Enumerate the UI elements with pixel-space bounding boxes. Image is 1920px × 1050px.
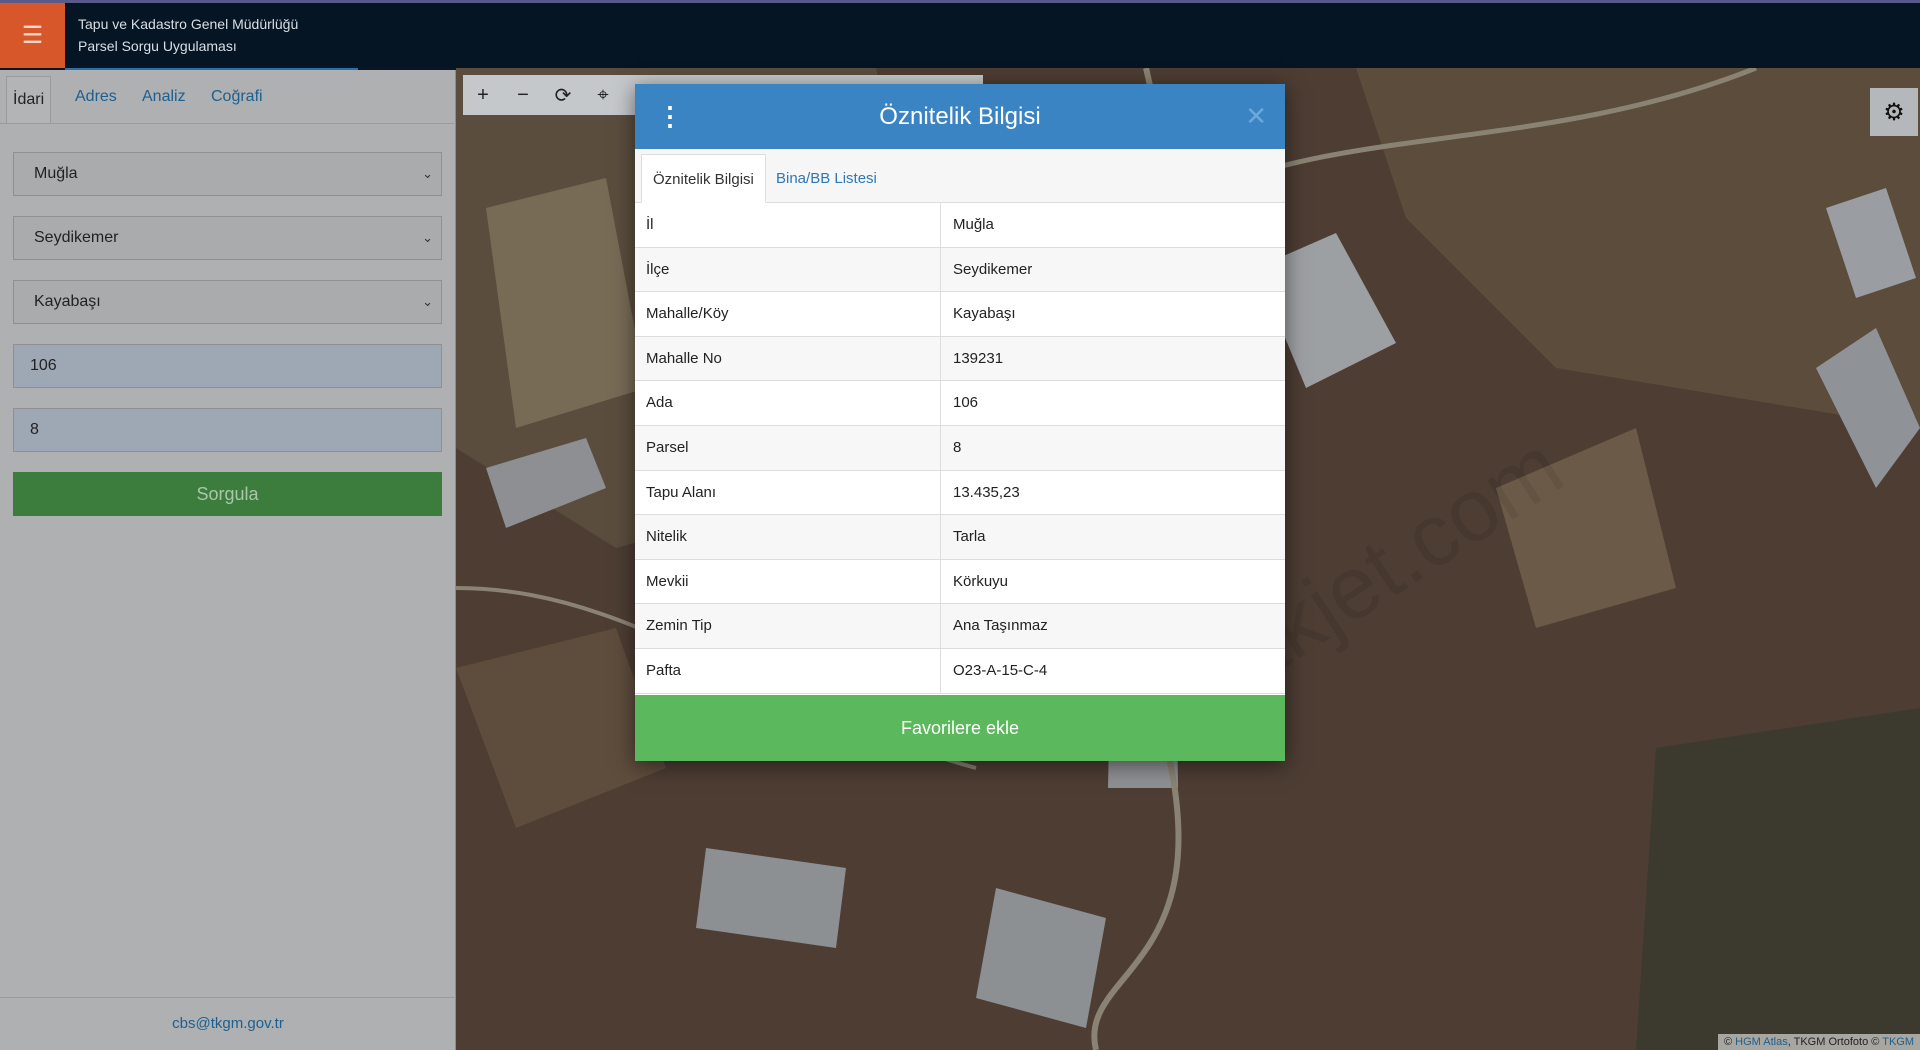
table-row: Nitelik Tarla <box>635 515 1285 560</box>
attribute-table: İl Muğla İlçe Seydikemer Mahalle/Köy Kayabaşı… <box>635 203 1285 694</box>
table-row: İl Muğla <box>635 203 1285 248</box>
locate-icon[interactable]: ⌖ <box>583 75 623 115</box>
hgm-atlas-link[interactable]: HGM Atlas <box>1735 1036 1788 1048</box>
ilce-select-value: Seydikemer <box>34 229 119 246</box>
table-row: Zemin Tip Ana Taşınmaz <box>635 604 1285 649</box>
tab-bina-bb-listesi[interactable]: Bina/BB Listesi <box>765 154 888 203</box>
attribute-info-modal: ⋮ Öznitelik Bilgisi ✕ Öznitelik Bilgisi … <box>635 84 1285 761</box>
attribute-value: 8 <box>953 438 962 456</box>
attribute-value: O23-A-15-C-4 <box>953 661 1048 679</box>
attribute-value: 106 <box>953 394 979 412</box>
attribute-value: Seydikemer <box>953 260 1033 278</box>
attribute-value: 13.435,23 <box>953 483 1020 501</box>
table-row: Mevkii Körkuyu <box>635 559 1285 605</box>
ada-input[interactable]: 106 <box>13 344 442 388</box>
tab-oznitelik-bilgisi[interactable]: Öznitelik Bilgisi <box>641 154 766 203</box>
tab-idari[interactable]: İdari <box>6 76 52 123</box>
zoom-in-icon[interactable]: + <box>463 75 503 115</box>
attribute-key: İlçe <box>635 247 941 292</box>
sidebar-tabs: İdari Adres Analiz Coğrafi <box>0 76 456 124</box>
attribution-mid: , TKGM Ortofoto © <box>1787 1036 1880 1048</box>
parsel-input[interactable]: 8 <box>13 408 442 452</box>
chevron-down-icon: ⌄ <box>422 294 433 309</box>
table-row: Pafta O23-A-15-C-4 <box>635 648 1285 694</box>
mahalle-select-value: Kayabaşı <box>34 293 101 310</box>
table-row: İlçe Seydikemer <box>635 247 1285 293</box>
attribute-value: Ana Taşınmaz <box>953 617 1048 635</box>
attribute-key: Mahalle/Köy <box>635 292 941 336</box>
attribute-key: Nitelik <box>635 515 941 559</box>
attribute-value: 139231 <box>953 349 1004 367</box>
table-row: Ada 106 <box>635 381 1285 426</box>
table-row: Parsel 8 <box>635 425 1285 471</box>
table-row: Tapu Alanı 13.435,23 <box>635 470 1285 516</box>
attribute-key: Zemin Tip <box>635 604 941 648</box>
close-icon[interactable]: ✕ <box>1245 84 1267 149</box>
ilce-select[interactable]: Seydikemer ⌄ <box>13 216 442 260</box>
il-select[interactable]: Muğla ⌄ <box>13 152 442 196</box>
sidebar-footer: cbs@tkgm.gov.tr <box>0 997 456 1050</box>
mahalle-select[interactable]: Kayabaşı ⌄ <box>13 280 442 324</box>
refresh-icon[interactable]: ⟳ <box>543 75 583 115</box>
attribution-prefix: © <box>1723 1036 1733 1048</box>
attribute-key: Ada <box>635 381 941 425</box>
attribute-value: Muğla <box>953 216 994 233</box>
attribute-value: Kayabaşı <box>953 305 1016 323</box>
attribute-key: Mahalle No <box>635 336 941 381</box>
gear-icon[interactable]: ⚙ <box>1870 88 1918 136</box>
chevron-down-icon: ⌄ <box>422 166 433 181</box>
sorgula-button[interactable]: Sorgula <box>13 472 442 516</box>
top-bar: ☰ Tapu ve Kadastro Genel Müdürlüğü Parse… <box>0 0 1920 68</box>
zoom-out-icon[interactable]: − <box>503 75 543 115</box>
tkgm-link[interactable]: TKGM <box>1882 1036 1914 1048</box>
map-attribution: © HGM Atlas, TKGM Ortofoto © TKGM <box>1717 1034 1920 1050</box>
app-title: Tapu ve Kadastro Genel Müdürlüğü Parsel … <box>78 13 298 57</box>
table-row: Mahalle No 139231 <box>635 336 1285 382</box>
modal-title: Öznitelik Bilgisi <box>879 103 1041 130</box>
contact-email-link[interactable]: cbs@tkgm.gov.tr <box>172 1015 284 1032</box>
attribute-value: Tarla <box>953 528 986 546</box>
modal-tabs: Öznitelik Bilgisi Bina/BB Listesi <box>635 149 1285 203</box>
app-name: Parsel Sorgu Uygulaması <box>78 38 237 54</box>
tab-cografi[interactable]: Coğrafi <box>211 88 263 106</box>
attribute-key: İl <box>635 203 941 247</box>
add-favorites-button[interactable]: Favorilere ekle <box>635 695 1285 761</box>
attribute-key: Pafta <box>635 648 941 693</box>
sidebar-panel: İdari Adres Analiz Coğrafi Muğla ⌄ Seydi… <box>0 70 456 1050</box>
hamburger-menu-icon[interactable]: ☰ <box>0 3 65 68</box>
modal-header: ⋮ Öznitelik Bilgisi ✕ <box>635 84 1285 149</box>
attribute-key: Tapu Alanı <box>635 470 941 515</box>
attribute-value: Körkuyu <box>953 572 1009 590</box>
table-row: Mahalle/Köy Kayabaşı <box>635 292 1285 337</box>
org-name: Tapu ve Kadastro Genel Müdürlüğü <box>78 16 299 32</box>
kebab-menu-icon[interactable]: ⋮ <box>657 84 683 149</box>
attribute-key: Mevkii <box>635 559 941 604</box>
chevron-down-icon: ⌄ <box>422 230 433 245</box>
tab-adres[interactable]: Adres <box>75 88 117 106</box>
tab-analiz[interactable]: Analiz <box>142 88 186 106</box>
il-select-value: Muğla <box>34 165 78 182</box>
attribute-key: Parsel <box>635 425 941 470</box>
